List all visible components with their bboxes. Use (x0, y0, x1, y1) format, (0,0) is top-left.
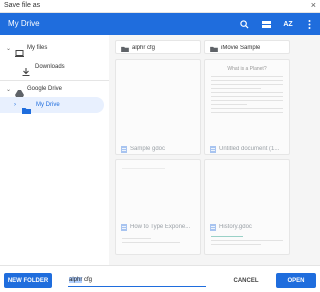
sidebar-item-downloads[interactable]: Downloads (0, 59, 109, 76)
folder-tile[interactable]: alphr cfg (115, 40, 201, 54)
window-title: Save file as (4, 2, 41, 9)
more-vert-icon[interactable] (301, 16, 317, 32)
folder-tile[interactable]: iMovie Sample (204, 40, 290, 54)
file-name: Untitled document (1... (219, 146, 280, 152)
file-tile: History.gdoc (204, 159, 290, 255)
preview-title: What is a Planet? (227, 66, 267, 72)
folder-icon (210, 41, 218, 53)
search-icon[interactable] (236, 16, 252, 32)
document-preview (122, 168, 194, 172)
cancel-button[interactable]: CANCEL (226, 273, 266, 288)
sidebar-item-my-drive[interactable]: › My Drive (0, 97, 104, 114)
folder-icon (22, 101, 31, 119)
chevron-down-icon[interactable]: ⌄ (6, 86, 11, 93)
open-button[interactable]: OPEN (276, 273, 316, 288)
app-header: My Drive AZ (0, 13, 320, 35)
file-name: iMovie Sample (221, 45, 261, 51)
new-folder-button[interactable]: NEW FOLDER (4, 273, 52, 288)
sidebar-item-label: Downloads (35, 64, 65, 70)
sidebar-item-label: Google Drive (27, 86, 63, 92)
folder-icon (121, 41, 129, 53)
file-name: History.gdoc (219, 224, 252, 230)
sort-icon[interactable]: AZ (280, 16, 296, 32)
current-folder-title: My Drive (8, 19, 40, 28)
file-name: alphr cfg (132, 45, 156, 51)
sidebar-item-google-drive[interactable]: ⌄ Google Drive (0, 81, 109, 98)
file-tile: Sample gdoc (115, 59, 201, 155)
chevron-down-icon[interactable]: ⌄ (6, 45, 11, 52)
file-name: Sample gdoc (130, 146, 166, 152)
sidebar-item-label: My Drive (36, 102, 60, 108)
doc-icon (121, 140, 127, 154)
sidebar-item-my-files[interactable]: ⌄ My files (0, 40, 109, 57)
filename-rest-text: cfg (82, 277, 93, 283)
dialog-footer: NEW FOLDER alphr cfg CANCEL OPEN (0, 265, 320, 292)
sidebar-item-label: My files (27, 45, 48, 51)
close-icon[interactable]: × (311, 1, 316, 10)
filename-input[interactable]: alphr cfg (68, 275, 206, 287)
file-tile: How to Type Expone... (115, 159, 201, 255)
document-preview (211, 236, 283, 248)
window-titlebar: Save file as × (0, 0, 320, 13)
grid-view-icon[interactable] (258, 16, 274, 32)
download-icon (22, 63, 30, 81)
chevron-right-icon[interactable]: › (14, 102, 16, 108)
doc-icon (210, 218, 216, 236)
file-name: How to Type Expone... (130, 224, 191, 230)
doc-icon (210, 140, 216, 154)
document-preview: What is a Planet? (211, 66, 283, 116)
sort-label: AZ (283, 20, 293, 28)
filename-value: alphr cfg (69, 277, 92, 283)
file-grid: alphr cfg iMovie Sample Sample gdoc What… (109, 35, 320, 265)
filename-selected-text: alphr (69, 277, 83, 283)
navigation-sidebar: ⌄ My files Downloads ⌄ Google Drive › My… (0, 35, 109, 265)
file-tile: What is a Planet? Untitled document (1..… (204, 59, 290, 155)
document-preview (122, 238, 194, 246)
doc-icon (121, 218, 127, 236)
